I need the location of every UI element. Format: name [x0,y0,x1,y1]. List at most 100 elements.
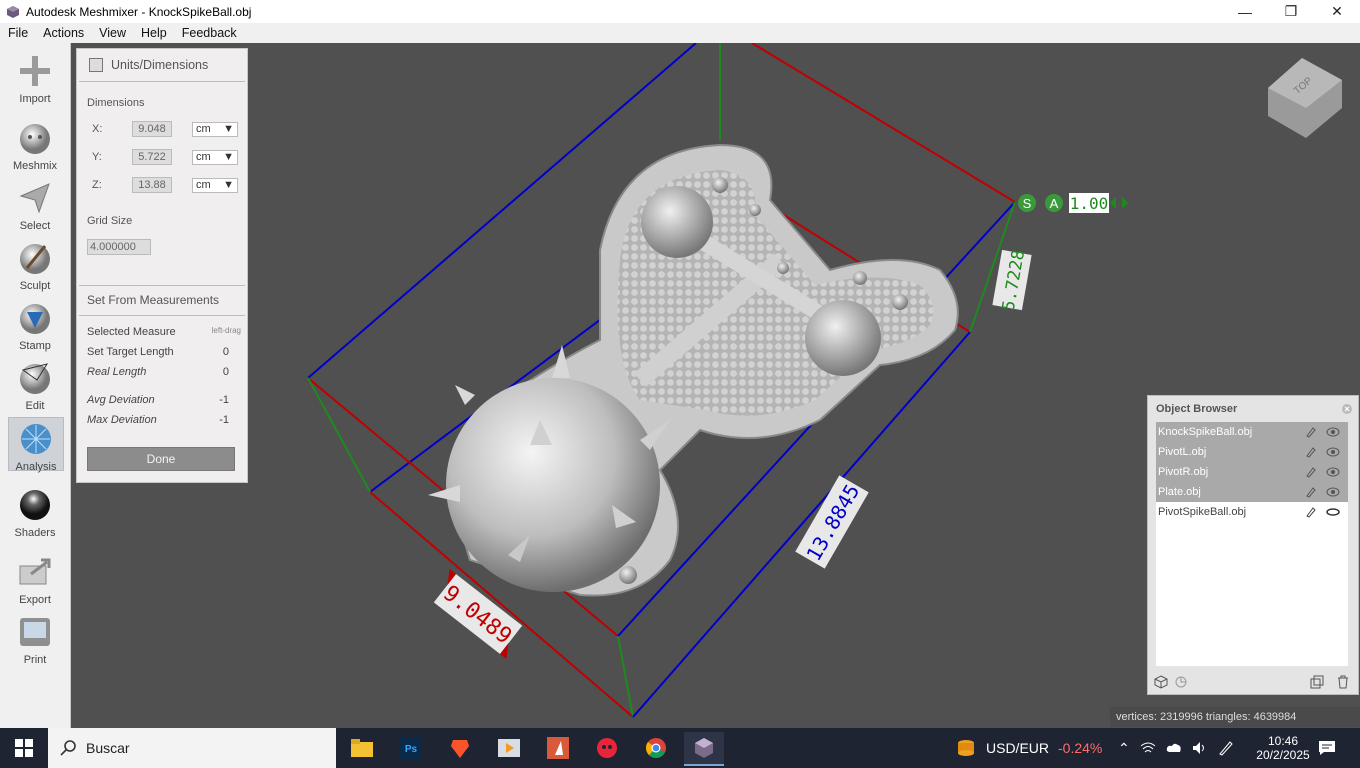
menu-bar: File Actions View Help Feedback [0,23,1360,43]
dim-y-unit-select[interactable]: cm ▼ [192,149,238,165]
object-browser-header: Object Browser [1148,396,1358,422]
object-browser-panel: Object Browser KnockSpikeBall.obj PivotL… [1147,395,1359,695]
dim-z-label: Z: [92,179,102,191]
dim-x-label: X: [92,123,103,135]
edit-object-icon[interactable] [1304,445,1318,459]
meshmixer-app[interactable] [684,732,724,766]
menu-feedback[interactable]: Feedback [174,26,244,40]
real-length-row: Real Length 0 [87,366,241,378]
object-row[interactable]: PivotL.obj [1156,442,1348,462]
dim-y-field[interactable]: 5.722 [132,149,172,165]
eye-icon[interactable] [1326,465,1340,479]
tool-stamp[interactable]: Stamp [0,300,70,352]
currency-widget[interactable]: USD/EUR -0.24% [955,728,1102,768]
tool-sculpt-label: Sculpt [19,280,51,292]
tool-edit[interactable]: Edit [0,360,70,412]
done-button[interactable]: Done [87,447,235,471]
menu-actions[interactable]: Actions [35,26,91,40]
wifi-icon[interactable] [1140,741,1156,755]
shader-sphere-icon [20,490,50,520]
target-length-row[interactable]: Set Target Length 0 [87,346,241,358]
scale-value[interactable]: 1.00 [1070,194,1109,213]
meshmixer-logo-icon [7,5,19,18]
object-row[interactable]: Plate.obj [1156,482,1348,502]
tool-meshmix[interactable]: Meshmix [0,120,70,172]
close-button[interactable]: ✕ [1314,0,1360,23]
stamp-icon [20,304,50,334]
clock[interactable]: 10:46 20/2/2025 [1253,728,1313,768]
start-button[interactable] [4,732,44,764]
photoshop-app[interactable]: Ps [391,732,431,764]
scale-a-toggle[interactable]: A [1050,196,1059,211]
scale-s-toggle[interactable]: S [1023,196,1032,211]
tool-meshmix-label: Meshmix [12,160,57,172]
tool-import[interactable]: Import [0,53,70,105]
dim-x-unit-select[interactable]: cm ▼ [192,121,238,137]
dim-y-unit-value: cm [196,151,211,163]
taskbar-search[interactable]: Buscar [48,728,336,768]
tool-analysis[interactable]: Analysis [8,417,64,473]
real-length-value: 0 [222,366,229,378]
pencil-app[interactable] [538,732,578,764]
maximize-button[interactable]: ❐ [1268,0,1314,23]
dim-y-row: Y: 5.722 cm ▼ [87,149,238,165]
pen-icon[interactable] [1218,740,1234,756]
view-cube[interactable]: TOP [1268,58,1342,138]
object-name: PivotSpikeBall.obj [1158,506,1247,518]
tool-export[interactable]: Export [0,554,70,606]
eye-icon[interactable] [1326,425,1340,439]
plus-icon [20,56,50,86]
scale-decrease-arrow[interactable] [1110,197,1116,209]
dim-z-field[interactable]: 13.88 [132,177,172,193]
tool-select[interactable]: Select [0,180,70,232]
dim-x-field[interactable]: 9.048 [132,121,172,137]
tool-sidebar: Import Meshmix Select Sculpt Stamp Edit … [0,43,71,728]
eye-icon[interactable] [1326,445,1340,459]
eye-closed-icon[interactable] [1326,505,1340,519]
object-row[interactable]: PivotSpikeBall.obj [1156,502,1348,522]
edit-object-icon[interactable] [1304,425,1318,439]
eye-icon[interactable] [1326,485,1340,499]
menu-help[interactable]: Help [133,26,174,40]
speaker-icon[interactable] [1192,741,1208,755]
cloud-icon[interactable] [1166,741,1182,755]
brave-app[interactable] [440,732,480,764]
duplicate-icon[interactable] [1310,675,1324,689]
cube-icon[interactable] [1154,675,1168,689]
pivot-icon[interactable] [1174,675,1188,689]
edit-object-icon[interactable] [1304,485,1318,499]
units-dimensions-panel: Units/Dimensions Dimensions X: 9.048 cm ▼… [76,48,248,483]
dim-z-unit-select[interactable]: cm ▼ [192,177,238,193]
chrome-app[interactable] [636,732,676,764]
currency-pair: USD/EUR [986,740,1050,756]
menu-file[interactable]: File [0,26,35,40]
scale-widget[interactable]: S A 1.00 [1018,193,1128,213]
file-explorer-app[interactable] [342,732,382,764]
export-icon [19,558,51,585]
grid-size-field[interactable]: 4.000000 [87,239,151,255]
edit-object-icon[interactable] [1304,505,1318,519]
chevron-up-icon[interactable]: ⌃ [1118,740,1130,757]
tool-shaders[interactable]: Shaders [0,487,70,539]
tool-print[interactable]: Print [0,614,70,666]
target-length-value[interactable]: 0 [223,346,229,358]
minimize-button[interactable]: — [1222,0,1268,23]
scale-increase-arrow[interactable] [1122,197,1128,209]
edit-object-icon[interactable] [1304,465,1318,479]
tool-analysis-label: Analysis [15,461,57,473]
object-row[interactable]: KnockSpikeBall.obj [1156,422,1348,442]
clock-time: 10:46 [1267,734,1299,748]
measurements-heading: Set From Measurements [87,293,220,307]
close-icon[interactable] [1342,404,1352,414]
dim-x-row: X: 9.048 cm ▼ [87,121,238,137]
notifications-button[interactable] [1318,728,1336,768]
media-player-app[interactable] [489,732,529,764]
menu-view[interactable]: View [91,26,133,40]
panel-collapse-icon[interactable] [89,58,103,72]
object-row[interactable]: PivotR.obj [1156,462,1348,482]
bunny-ball-icon [20,124,50,154]
red-app[interactable] [587,732,627,764]
tool-sculpt[interactable]: Sculpt [0,240,70,292]
trash-icon[interactable] [1336,675,1350,689]
selected-measure-row: Selected Measure left-drag [87,326,241,338]
